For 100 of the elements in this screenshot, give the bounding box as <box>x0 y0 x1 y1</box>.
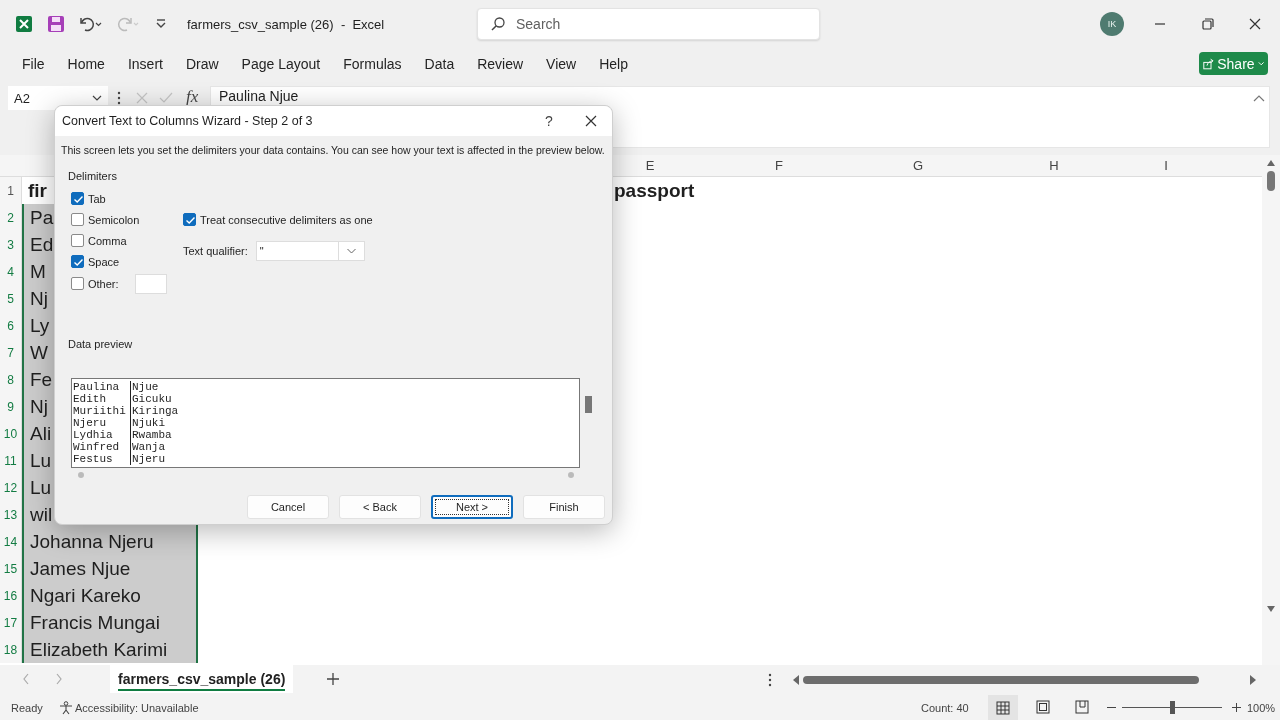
scroll-right-icon[interactable] <box>1249 675 1257 685</box>
row-header[interactable]: 11 <box>0 447 22 474</box>
checkbox[interactable] <box>71 277 84 290</box>
preview-cell-text: Kiringa <box>131 405 180 417</box>
ribbon-tab[interactable]: Review <box>469 52 532 76</box>
row-header[interactable]: 9 <box>0 393 22 420</box>
horizontal-scrollbar-thumb[interactable] <box>803 676 1199 684</box>
row-header[interactable]: 3 <box>0 231 22 258</box>
insert-function-button[interactable]: fx <box>186 87 199 107</box>
count-text: Count: 40 <box>921 702 969 714</box>
row-header[interactable]: 12 <box>0 474 22 501</box>
column-header[interactable]: G <box>850 155 986 176</box>
qualifier-dropdown[interactable]: " <box>255 241 365 261</box>
checkbox[interactable] <box>71 192 84 205</box>
user-avatar[interactable]: IK <box>1100 12 1124 36</box>
restore-icon[interactable] <box>1202 18 1214 30</box>
row-header[interactable]: 1 <box>0 177 22 204</box>
scroll-thumb-icon[interactable] <box>585 396 592 413</box>
scroll-left-icon[interactable] <box>792 675 800 685</box>
ribbon-tab[interactable]: Page Layout <box>233 52 329 76</box>
dialog-button[interactable]: < Back <box>339 495 421 519</box>
dialog-button[interactable]: Cancel <box>247 495 329 519</box>
row-header[interactable]: 7 <box>0 339 22 366</box>
undo-icon[interactable] <box>77 15 103 33</box>
preview-cell: Edith <box>72 393 131 405</box>
scroll-down-icon[interactable] <box>1266 605 1276 613</box>
checkbox-label[interactable]: Treat consecutive delimiters as one <box>200 213 373 226</box>
zoom-in-icon[interactable] <box>1232 703 1241 712</box>
group-label: Delimiters <box>68 170 118 182</box>
accessibility-status[interactable]: Accessibility: Unavailable <box>75 702 199 714</box>
status-text: Ready <box>11 702 43 714</box>
checkbox-label[interactable]: Space <box>88 255 120 268</box>
help-button[interactable]: ? <box>539 112 559 130</box>
column-header[interactable]: I <box>1122 155 1210 176</box>
accessibility-icon[interactable] <box>59 701 73 715</box>
dialog-button[interactable]: Finish <box>523 495 605 519</box>
ribbon-tab[interactable]: File <box>14 52 53 76</box>
checkbox[interactable] <box>71 255 84 268</box>
preview-cell-text: Gicuku <box>131 393 173 405</box>
name-box[interactable]: A2 <box>8 86 108 110</box>
close-icon[interactable] <box>1249 18 1261 30</box>
collapse-icon[interactable] <box>1253 94 1265 102</box>
preview-cell-text: Njue <box>131 381 160 393</box>
more-icon[interactable] <box>117 91 121 105</box>
zoom-level[interactable]: 100% <box>1247 702 1276 714</box>
scroll-thumb-icon[interactable] <box>1267 171 1275 191</box>
add-sheet-icon[interactable] <box>327 673 339 685</box>
more-icon[interactable] <box>768 673 772 687</box>
table-cell: Johanna Njeru <box>22 528 198 555</box>
table-cell: Francis Mungai <box>22 609 198 636</box>
row-header[interactable]: 16 <box>0 582 22 609</box>
checkbox-label[interactable]: Comma <box>88 234 127 247</box>
row-header[interactable]: 8 <box>0 366 22 393</box>
cancel-icon <box>136 92 148 104</box>
row-header[interactable]: 4 <box>0 258 22 285</box>
search-field[interactable]: Search <box>477 8 820 40</box>
sheet-tab[interactable]: farmers_csv_sample (26) <box>110 665 294 693</box>
zoom-slider[interactable] <box>1170 701 1175 714</box>
check-icon <box>184 214 195 225</box>
ribbon-tab[interactable]: View <box>538 52 585 76</box>
ribbon-tab[interactable]: Formulas <box>335 52 410 76</box>
ribbon-tab[interactable]: Insert <box>119 52 171 76</box>
table-cell-text: passport <box>613 178 696 203</box>
share-button[interactable]: Share <box>1199 52 1268 75</box>
checkbox-label[interactable]: Semicolon <box>88 213 140 226</box>
customize-icon[interactable] <box>155 18 167 30</box>
dialog-button[interactable]: Next > <box>431 495 513 519</box>
search-input[interactable]: Search <box>514 15 798 33</box>
row-header[interactable]: 10 <box>0 420 22 447</box>
ribbon-tab[interactable]: Draw <box>177 52 227 76</box>
excel-icon[interactable] <box>15 15 33 33</box>
ribbon-tab[interactable]: Home <box>59 52 113 76</box>
page-layout-icon[interactable] <box>1036 700 1050 714</box>
grid-icon <box>996 700 1010 715</box>
table-cell: Ngari Kareko <box>22 582 198 609</box>
checkbox[interactable] <box>71 234 84 247</box>
row-header[interactable]: 15 <box>0 555 22 582</box>
column-header[interactable]: H <box>986 155 1122 176</box>
row-header[interactable]: 6 <box>0 312 22 339</box>
row-header[interactable]: 14 <box>0 528 22 555</box>
input-field[interactable] <box>134 273 167 294</box>
preview-cell: Winfred <box>72 441 131 453</box>
row-header[interactable]: 17 <box>0 609 22 636</box>
scroll-up-icon[interactable] <box>1266 159 1276 167</box>
row-header[interactable]: 2 <box>0 204 22 231</box>
ribbon-tab[interactable]: Data <box>416 52 463 76</box>
save-icon[interactable] <box>47 15 65 33</box>
row-header[interactable]: 18 <box>0 636 22 663</box>
caret-icon <box>92 94 102 102</box>
page-break-icon[interactable] <box>1075 700 1089 714</box>
column-header[interactable]: F <box>708 155 850 176</box>
normal-view-button[interactable] <box>988 695 1018 720</box>
checkbox-label[interactable]: Tab <box>88 192 106 205</box>
ribbon-tab[interactable]: Help <box>591 52 636 76</box>
checkbox[interactable] <box>183 213 196 226</box>
row-header[interactable]: 5 <box>0 285 22 312</box>
row-header[interactable]: 13 <box>0 501 22 528</box>
table-cell: James Njue <box>22 555 198 582</box>
close-icon[interactable] <box>585 115 597 127</box>
checkbox[interactable] <box>71 213 84 226</box>
